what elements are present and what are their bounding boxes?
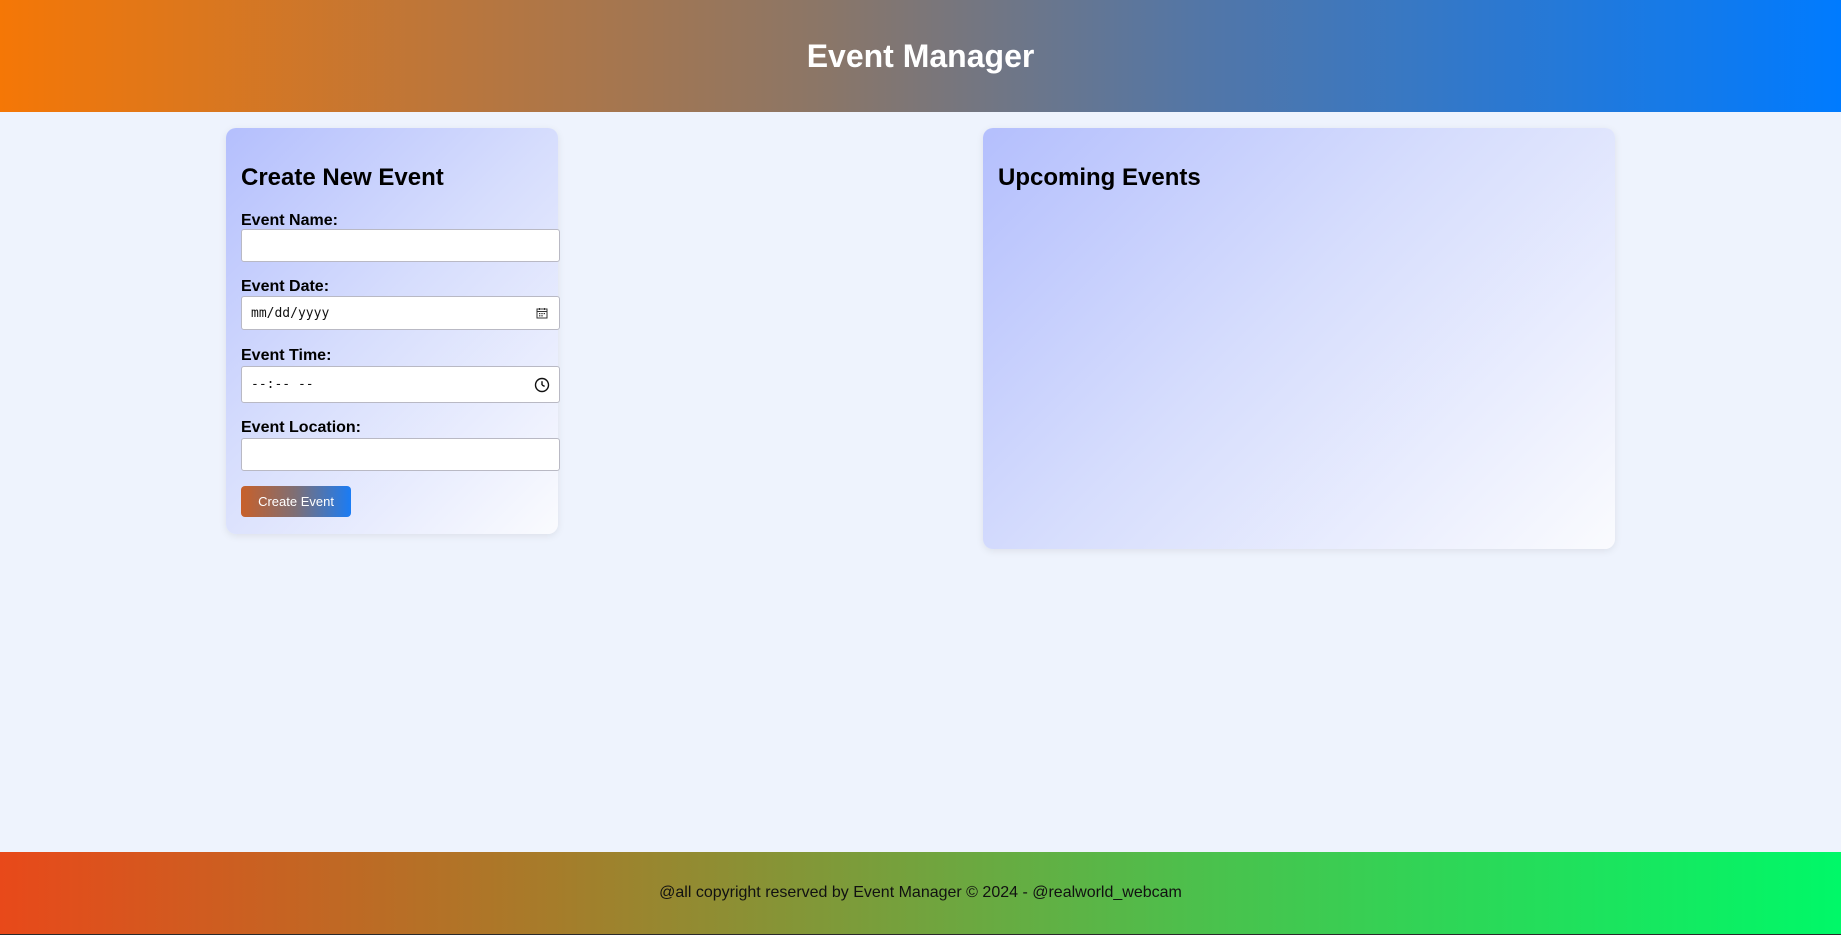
create-event-heading: Create New Event (241, 164, 444, 191)
event-location-field[interactable] (241, 438, 560, 471)
event-name-label: Event Name: (241, 212, 338, 229)
event-date-field[interactable]: mm/dd/yyyy (241, 296, 560, 330)
event-time-placeholder: --:-- -- (251, 377, 314, 392)
page-footer: @all copyright reserved by Event Manager… (0, 852, 1841, 935)
upcoming-events-heading: Upcoming Events (998, 164, 1201, 191)
event-time-label: Event Time: (241, 347, 332, 364)
clock-icon[interactable] (534, 377, 550, 393)
create-event-panel: Create New Event Event Name: Event Date:… (226, 128, 560, 534)
event-location-input[interactable] (251, 446, 550, 463)
create-event-button[interactable]: Create Event (241, 486, 351, 517)
upcoming-events-panel: Upcoming Events (983, 128, 1615, 549)
event-date-placeholder: mm/dd/yyyy (251, 305, 330, 321)
event-name-input[interactable] (251, 237, 550, 254)
page-title: Event Manager (806, 37, 1035, 74)
footer-copyright: @all copyright reserved by Event Manager… (659, 884, 1182, 901)
calendar-icon[interactable] (534, 305, 550, 321)
event-time-field[interactable]: --:-- -- (241, 366, 560, 403)
event-date-label: Event Date: (241, 278, 330, 295)
event-name-field[interactable] (241, 229, 560, 262)
page-header: Event Manager (0, 0, 1841, 112)
event-location-label: Event Location: (241, 419, 362, 436)
